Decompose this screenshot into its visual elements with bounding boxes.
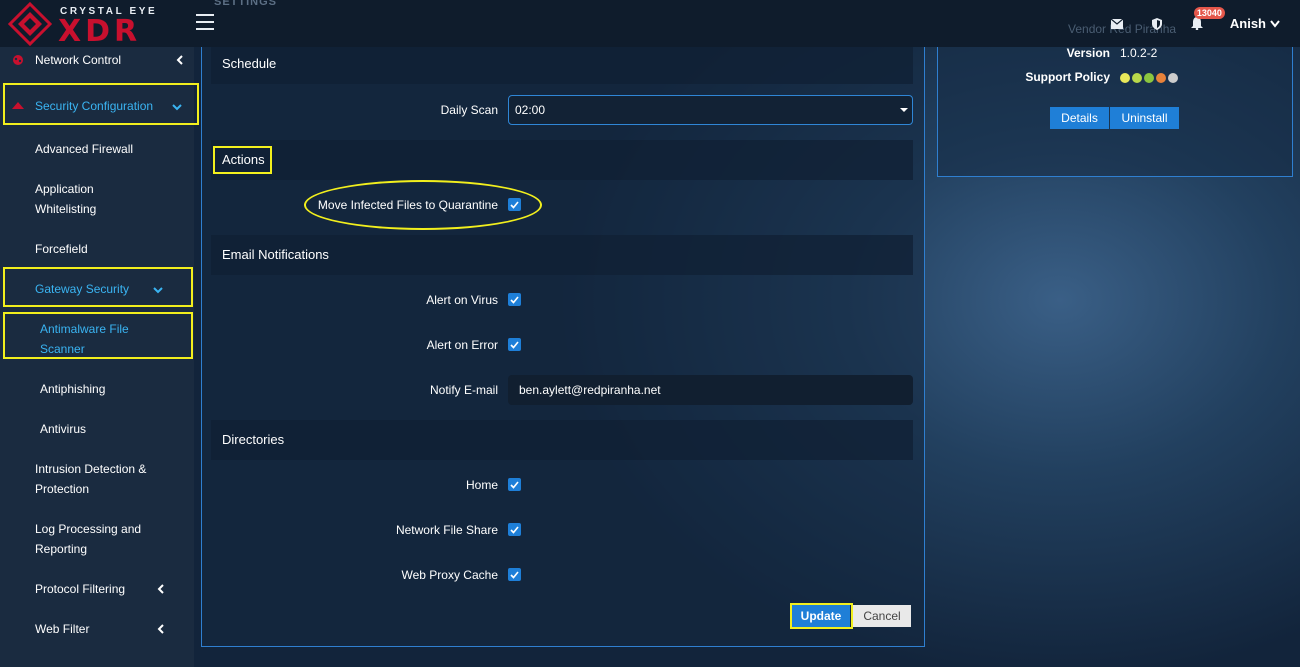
alert-virus-checkbox[interactable] — [508, 293, 521, 306]
bell-icon[interactable]: 13040 — [1190, 6, 1225, 31]
daily-scan-value: 02:00 — [515, 103, 546, 117]
daily-scan-select[interactable]: 02:00 — [508, 95, 913, 125]
sidebar-item-label: Protocol Filtering — [35, 582, 126, 596]
settings-panel — [201, 47, 925, 647]
network-file-share-checkbox[interactable] — [508, 523, 521, 536]
chevron-left-icon — [157, 624, 164, 634]
user-menu[interactable]: Anish — [1230, 16, 1280, 31]
support-policy-label: Support Policy — [1025, 70, 1110, 84]
support-policy-dots — [1120, 70, 1180, 84]
daily-scan-label: Daily Scan — [440, 103, 498, 117]
highlight-security-configuration — [3, 83, 199, 125]
support-level-dot — [1120, 72, 1130, 83]
sidebar-item-label: Application Whitelisting — [35, 182, 97, 216]
alert-error-checkbox[interactable] — [508, 338, 521, 351]
details-button[interactable]: Details — [1050, 107, 1109, 129]
sidebar-item-network-control[interactable]: Network Control — [0, 50, 194, 70]
username-label: Anish — [1229, 16, 1266, 31]
highlight-gateway-security — [3, 267, 193, 307]
support-level-dot — [1144, 72, 1154, 83]
notify-email-input[interactable]: ben.aylett@redpiranha.net — [508, 375, 913, 405]
logo-mark-icon — [8, 2, 52, 46]
sidebar-item-label: Antiphishing — [40, 382, 106, 396]
crystal-eye-logo[interactable]: CRYSTAL EYE XDR — [8, 2, 168, 49]
web-proxy-cache-label: Web Proxy Cache — [401, 568, 499, 582]
network-control-icon — [13, 55, 23, 65]
top-bar: CRYSTAL EYE XDR SETTINGS Vendor Red Pira… — [0, 0, 1300, 49]
check-icon — [510, 480, 519, 489]
chevron-left-icon — [157, 584, 164, 594]
check-icon — [510, 295, 519, 304]
page-title: SETTINGS — [214, 0, 278, 8]
support-level-dot — [1132, 72, 1142, 83]
caret-down-icon — [900, 108, 908, 112]
sidebar-item-label: Forcefield — [35, 242, 88, 256]
notify-email-value: ben.aylett@redpiranha.net — [519, 383, 661, 397]
chevron-down-icon — [1270, 19, 1280, 28]
mail-icon[interactable] — [1110, 17, 1124, 31]
alert-virus-label: Alert on Virus — [426, 293, 498, 307]
section-directories: Directories — [211, 420, 913, 460]
menu-toggle-icon[interactable] — [196, 14, 214, 30]
sidebar-item-protocol-filtering[interactable]: Protocol Filtering — [0, 579, 194, 599]
section-actions: Actions — [211, 140, 913, 180]
support-level-dot — [1156, 72, 1166, 83]
sidebar-item-label: Intrusion Detection & Protection — [35, 462, 147, 496]
home-checkbox[interactable] — [508, 478, 521, 491]
section-title: Schedule — [222, 56, 277, 71]
highlight-update — [790, 603, 853, 629]
section-title: Directories — [222, 432, 285, 447]
cancel-button[interactable]: Cancel — [853, 605, 911, 627]
section-title: Email Notifications — [222, 247, 329, 262]
check-icon — [510, 570, 519, 579]
network-file-share-label: Network File Share — [395, 523, 498, 537]
home-label: Home — [465, 478, 498, 492]
support-level-dot — [1168, 72, 1178, 83]
sidebar-item-label: Antivirus — [40, 422, 87, 436]
check-icon — [510, 525, 519, 534]
notify-email-label: Notify E-mail — [429, 383, 498, 397]
chevron-left-icon — [176, 55, 183, 65]
highlight-actions — [213, 146, 272, 174]
web-proxy-cache-checkbox[interactable] — [508, 568, 521, 581]
logo-text-main: XDR — [58, 14, 142, 49]
notification-badge: 13040 — [1193, 6, 1225, 19]
sidebar-item-label: Advanced Firewall — [35, 142, 134, 156]
sidebar-item-label: Network Control — [35, 53, 122, 67]
highlight-move-infected — [304, 180, 542, 230]
shield-icon[interactable] — [1150, 17, 1164, 31]
section-schedule: Schedule — [211, 44, 913, 84]
version-label: Version — [1066, 46, 1110, 60]
alert-error-label: Alert on Error — [426, 338, 498, 352]
sidebar-item-label: Log Processing and Reporting — [35, 522, 142, 556]
uninstall-button[interactable]: Uninstall — [1110, 107, 1179, 129]
sidebar-item-web-filter[interactable]: Web Filter — [0, 619, 194, 639]
top-icons: 13040 Anish — [1110, 0, 1280, 47]
highlight-antimalware-file-scanner — [3, 312, 193, 359]
sidebar-item-label: Web Filter — [35, 622, 90, 636]
check-icon — [510, 340, 519, 349]
version-value: 1.0.2-2 — [1120, 46, 1158, 60]
section-email-notifications: Email Notifications — [211, 235, 913, 275]
